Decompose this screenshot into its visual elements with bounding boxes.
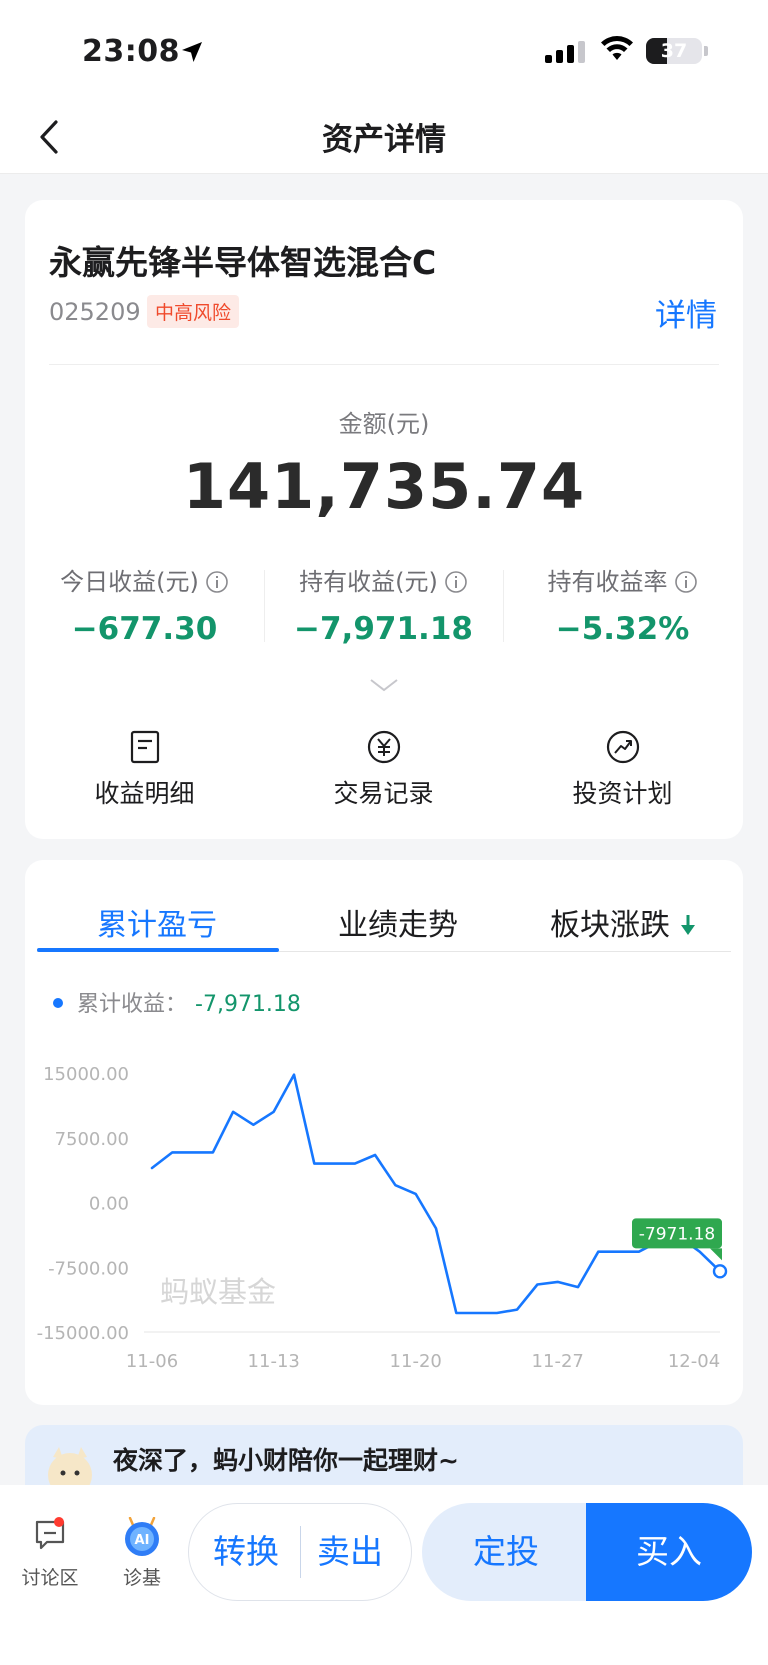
cellular-signal-icon [545, 41, 585, 63]
mascot-avatar-icon [48, 1447, 92, 1485]
notification-dot [54, 1517, 64, 1527]
promo-text: 夜深了，蚂小财陪你一起理财~ [113, 1446, 459, 1475]
stat-holding-profit[interactable]: 持有收益(元) −7,971.18 [264, 562, 503, 647]
y-tick-label: 7500.00 [55, 1129, 129, 1150]
pill-separator [300, 1526, 301, 1578]
fund-name: 永赢先锋半导体智选混合C [49, 243, 437, 282]
sell-button[interactable]: 卖出 [317, 1504, 383, 1600]
amount-label: 金额(元) [338, 410, 430, 438]
battery-cap [704, 46, 708, 56]
stat-value: −7,971.18 [294, 611, 473, 647]
trend-icon [606, 730, 639, 764]
stat-label: 持有收益率 [547, 568, 668, 596]
quick-action-invest-plan[interactable]: 投资计划 [503, 730, 742, 810]
status-bar: 23:08 37 [0, 0, 768, 100]
risk-badge: 中高风险 [147, 295, 240, 328]
x-tick-label: 11-27 [532, 1351, 584, 1372]
fund-code: 025209 [49, 298, 141, 326]
quick-action-label: 投资计划 [572, 779, 673, 808]
stat-holding-rate[interactable]: 持有收益率 −5.32% [503, 562, 742, 647]
quick-action-label: 收益明细 [94, 779, 195, 808]
bottom-bar: 讨论区 AI 诊基 转换 卖出 定投 买入 [0, 1485, 768, 1665]
battery-level: 37 [660, 40, 688, 62]
y-tick-label: -15000.00 [37, 1323, 129, 1344]
cumulative-pnl-chart[interactable]: 蚂蚁基金 15000.00 7500.00 0.00 -7500.00 -15000.00… [25, 860, 743, 1405]
stat-label: 今日收益(元) [60, 568, 199, 596]
last-point-marker [712, 1264, 728, 1279]
info-icon[interactable] [674, 570, 698, 594]
stat-label: 持有收益(元) [299, 568, 438, 596]
chart-watermark: 蚂蚁基金 [160, 1275, 276, 1309]
detail-link[interactable]: 详情 [655, 290, 717, 335]
quick-action-trade-record[interactable]: 交易记录 [264, 730, 503, 810]
diagnose-button[interactable]: AI 诊基 [102, 1516, 182, 1590]
convert-button[interactable]: 转换 [213, 1504, 279, 1600]
quick-action-label: 交易记录 [333, 779, 434, 808]
expand-chevron-icon[interactable] [368, 676, 400, 694]
info-icon[interactable] [444, 570, 468, 594]
battery-icon: 37 [646, 38, 702, 64]
amount-value: 141,735.74 [182, 450, 586, 523]
stat-today-profit[interactable]: 今日收益(元) −677.30 [25, 562, 264, 647]
y-tick-label: 15000.00 [43, 1064, 129, 1085]
x-tick-label: 11-06 [126, 1351, 178, 1372]
svg-text:AI: AI [135, 1533, 150, 1548]
location-arrow-icon [182, 42, 202, 62]
divider [49, 364, 719, 365]
ai-badge-icon: AI [125, 1516, 159, 1556]
wifi-icon [601, 36, 633, 60]
y-tick-label: -7500.00 [48, 1258, 129, 1279]
chart-card: 累计盈亏 业绩走势 板块涨跌 累计收益： -7,971.18 蚂蚁基金 15000.… [25, 860, 743, 1405]
yuan-icon [367, 730, 400, 764]
page-title: 资产详情 [322, 122, 446, 158]
doc-icon [130, 730, 159, 764]
stat-value: −677.30 [71, 611, 218, 647]
diagnose-label: 诊基 [122, 1567, 161, 1589]
discussion-button[interactable]: 讨论区 [10, 1517, 90, 1590]
status-time: 23:08 [82, 34, 180, 69]
last-value-label-pointer [710, 1248, 722, 1261]
x-tick-label: 11-20 [390, 1351, 442, 1372]
convert-sell-group: 转换 卖出 [188, 1503, 412, 1601]
y-tick-label: 0.00 [89, 1194, 129, 1215]
discussion-label: 讨论区 [21, 1567, 79, 1589]
x-tick-label: 11-13 [248, 1351, 300, 1372]
nav-bar: 资产详情 [0, 100, 768, 174]
stat-value: −5.32% [555, 611, 690, 647]
promo-banner[interactable]: 夜深了，蚂小财陪你一起理财~ [25, 1425, 743, 1485]
quick-action-profit-detail[interactable]: 收益明细 [25, 730, 264, 810]
buy-button[interactable]: 买入 [586, 1503, 752, 1601]
sip-button[interactable]: 定投 [422, 1503, 590, 1601]
info-icon[interactable] [205, 570, 229, 594]
holdings-card: 永赢先锋半导体智选混合C 025209 中高风险 详情 金额(元) 141,73… [25, 200, 743, 839]
x-tick-label: 12-04 [668, 1351, 720, 1372]
last-value-label: -7971.18 [639, 1224, 715, 1244]
